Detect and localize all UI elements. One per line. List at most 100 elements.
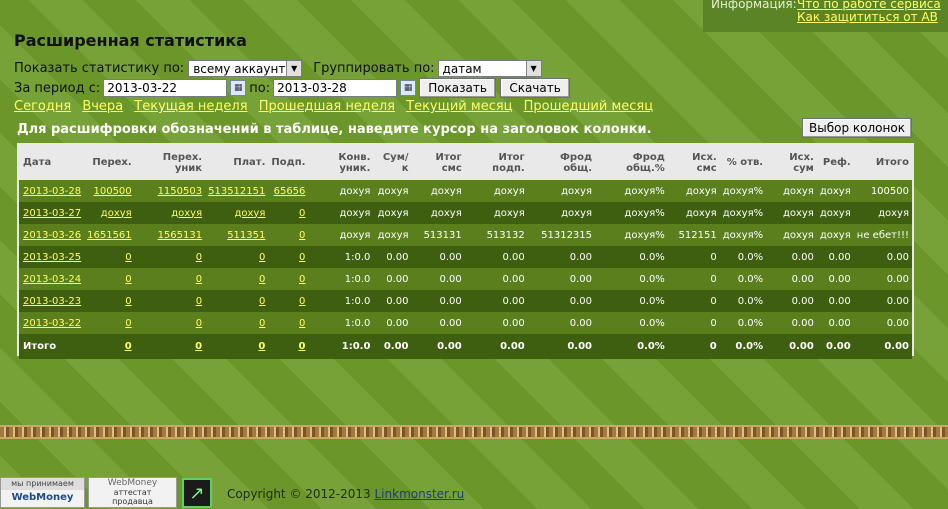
cell-link[interactable]: 0 [125,252,131,263]
cell-link[interactable]: 0 [259,252,265,263]
table-cell: 100500 [84,180,135,202]
cell-link[interactable]: 2013-03-26 [23,230,81,241]
quick-link-today[interactable]: Сегодня [14,99,71,114]
cell-link[interactable]: дохуя [101,208,132,219]
cell-link[interactable]: 0 [299,318,305,329]
quick-link-this-week[interactable]: Текущая неделя [134,99,247,114]
site-link[interactable]: Linkmonster.ru [375,487,465,501]
date-to-input[interactable]: 2013-03-28 [273,79,398,97]
cell-link[interactable]: дохуя [171,208,202,219]
cell-link[interactable]: 0 [196,252,202,263]
cell-link[interactable]: 0 [259,318,265,329]
download-button[interactable]: Скачать [500,78,571,98]
cell-link[interactable]: 2013-03-22 [23,318,81,329]
arrow-logo-icon[interactable]: ↗ [182,478,212,508]
table-cell: 2013-03-22 [19,312,85,334]
cell-link[interactable]: 0 [299,252,305,263]
cell-link[interactable]: 0 [299,274,305,285]
column-header[interactable]: Фрод общ.% [595,145,668,180]
cell-link[interactable]: 2013-03-23 [23,296,81,307]
table-cell: 0.00 [816,246,854,268]
webmoney-accept-badge[interactable]: мы принимаем WebMoney [0,477,85,508]
cell-link[interactable]: 1651561 [87,230,132,241]
cell-link[interactable]: 0 [196,318,202,329]
cell-link[interactable]: 0 [125,341,132,352]
table-cell: 0.00 [373,268,412,290]
columns-button[interactable]: Выбор колонок [802,118,912,138]
cell-link[interactable]: 2013-03-28 [23,186,81,197]
quick-link-this-month[interactable]: Текущий месяц [406,99,512,114]
total-cell: 0.00 [766,334,817,359]
cell-link[interactable]: 2013-03-25 [23,252,81,263]
cell-link[interactable]: 0 [298,341,305,352]
table-header-row: Дата Перех. Перех. уник Плат. Подп. Конв. уни… [19,145,912,180]
quick-link-last-week[interactable]: Прошедшая неделя [259,99,395,114]
table-cell: 0.0% [595,290,668,312]
table-row: 2013-03-22 0 0 0 0 1:0.0 0.00 0.00 0.00 0.00 0.0% 0… [19,312,912,334]
column-header[interactable]: Конв. уник. [308,145,374,180]
table-cell: 0.00 [373,290,412,312]
table-cell: дохуя% [595,180,668,202]
cell-link[interactable]: 0 [196,296,202,307]
table-hint: Для расшифровки обозначений в таблице, н… [17,122,652,137]
quick-link-last-month[interactable]: Прошедший месяц [524,99,653,114]
column-header[interactable]: Итого [853,145,912,180]
column-header[interactable]: Реф. [816,145,854,180]
group-by-select[interactable]: датам ▼ [437,60,542,77]
column-header[interactable]: Перех. [84,145,135,180]
table-cell: 0 [134,290,206,312]
table-cell: 0 [268,290,309,312]
column-header[interactable]: Итог смс [411,145,465,180]
cell-link[interactable]: 2013-03-27 [23,208,81,219]
cell-link[interactable]: 2013-03-24 [23,274,81,285]
column-header[interactable]: Исх. смс [667,145,720,180]
column-header[interactable]: % отв. [719,145,767,180]
date-from-input[interactable]: 2013-03-22 [103,79,228,97]
cell-link[interactable]: дохуя [234,208,265,219]
column-header[interactable]: Сум/к [373,145,412,180]
cell-link[interactable]: 0 [259,296,265,307]
account-select[interactable]: всему аккаунту ▼ [188,60,303,77]
cell-link[interactable]: 65656 [274,186,306,197]
column-header[interactable]: Итог подп. [464,145,528,180]
cell-link[interactable]: 0 [125,296,131,307]
cell-link[interactable]: 0 [299,296,305,307]
table-cell: дохуя [308,224,374,246]
cell-link[interactable]: 513512151 [208,186,265,197]
column-header[interactable]: Фрод общ. [527,145,596,180]
table-cell: дохуя [667,202,720,224]
show-button[interactable]: Показать [419,78,497,98]
cell-link[interactable]: 0 [125,274,131,285]
table-cell: дохуя [373,224,412,246]
column-header[interactable]: Дата [19,145,85,180]
table-cell: 0 [205,312,269,334]
cell-link[interactable]: 1565131 [158,230,203,241]
cell-link[interactable]: 511351 [227,230,265,241]
cell-link[interactable]: 100500 [93,186,131,197]
table-cell: дохуя [373,202,412,224]
stats-table-container: Дата Перех. Перех. уник Плат. Подп. Конв. уни… [17,143,914,359]
calendar-icon[interactable]: ▦ [400,80,417,96]
table-cell: 0.00 [464,268,528,290]
webmoney-attestat-badge[interactable]: WebMoney аттестат продавца [88,477,177,508]
calendar-icon[interactable]: ▦ [230,80,247,96]
column-header[interactable]: Перех. уник [134,145,206,180]
cell-link[interactable]: 0 [196,274,202,285]
cell-link[interactable]: 1150503 [158,186,203,197]
cell-link[interactable]: 0 [125,318,131,329]
table-cell: 0 [205,290,269,312]
table-cell: дохуя [766,202,817,224]
table-cell: дохуя [464,180,528,202]
table-cell: 0.0% [719,246,767,268]
cell-link[interactable]: 0 [259,274,265,285]
cell-link[interactable]: 0 [299,230,305,241]
cell-link[interactable]: 0 [195,341,202,352]
column-header[interactable]: Плат. [205,145,269,180]
cell-link[interactable]: 0 [258,341,265,352]
top-info-link-protect[interactable]: Как защититься от AB [797,10,938,24]
total-cell: 0 [134,334,206,359]
column-header[interactable]: Исх. сум [766,145,817,180]
cell-link[interactable]: 0 [299,208,305,219]
column-header[interactable]: Подп. [268,145,309,180]
quick-link-yesterday[interactable]: Вчера [82,99,123,114]
